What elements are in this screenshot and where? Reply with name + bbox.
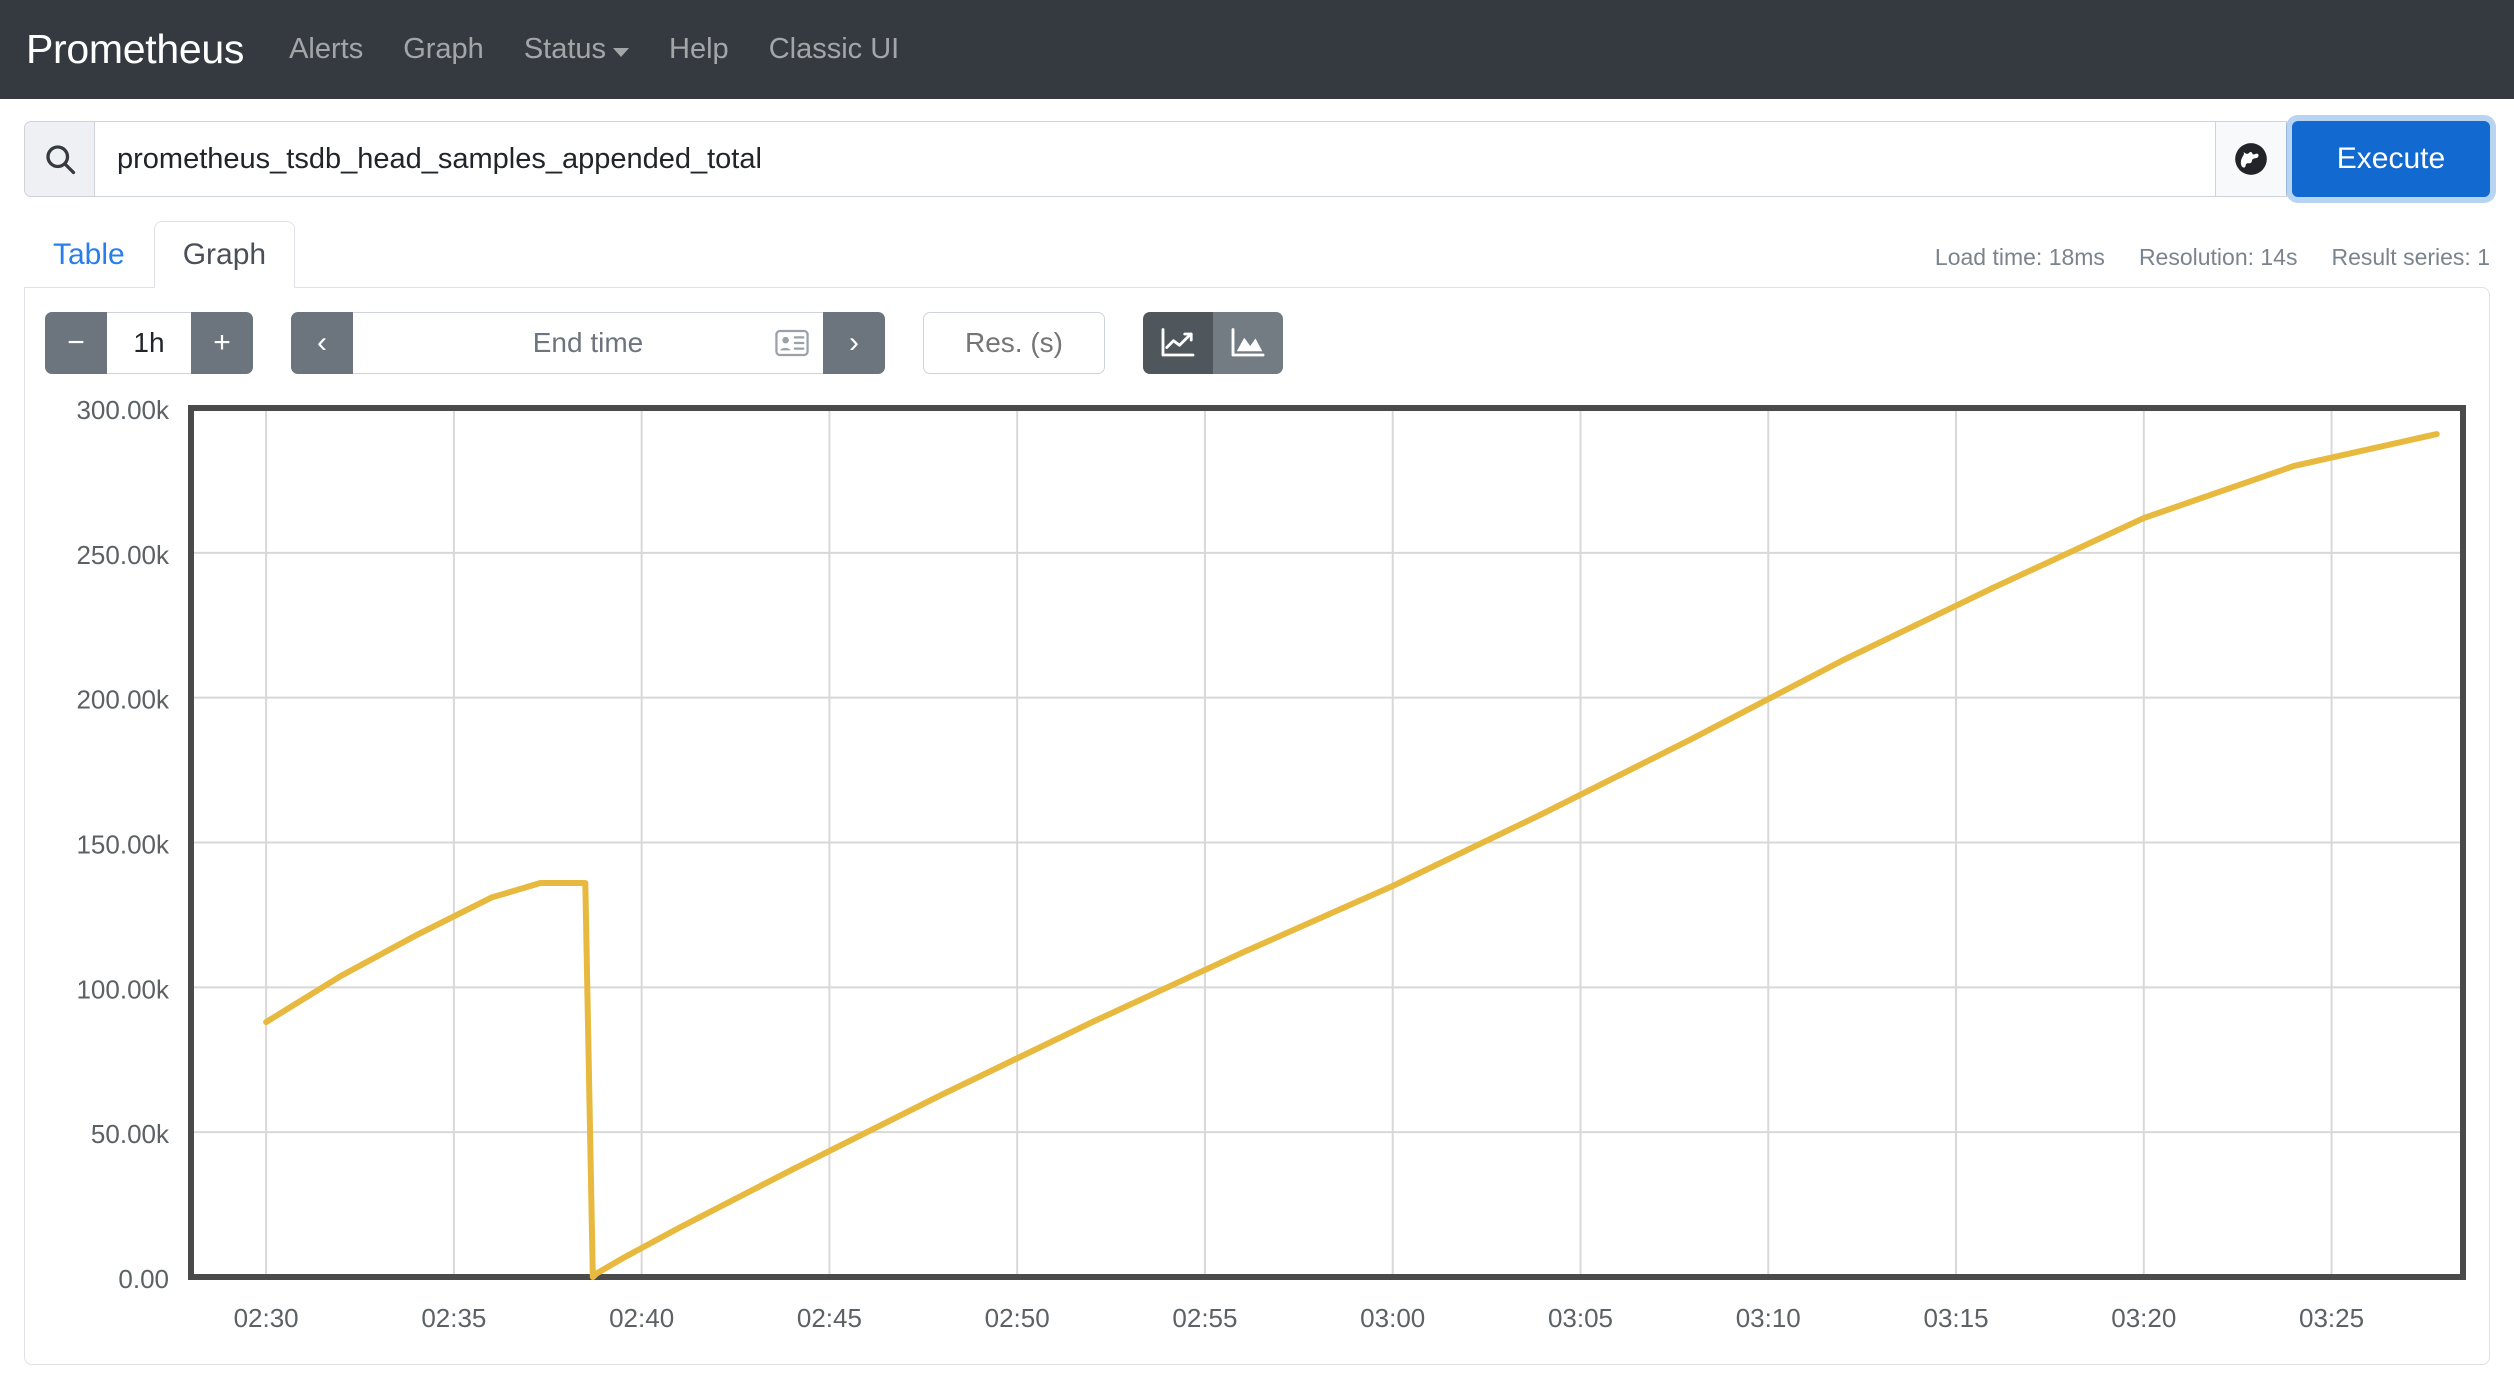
end-time-input[interactable]: End time (353, 312, 823, 374)
svg-text:02:40: 02:40 (609, 1303, 674, 1333)
nav-link-status-label: Status (523, 33, 607, 65)
end-time-group: ‹ End time › (291, 312, 885, 374)
line-chart-icon[interactable] (1143, 312, 1213, 374)
tab-graph[interactable]: Graph (153, 221, 296, 288)
graph-controls: − + ‹ End time › (45, 310, 2469, 376)
execute-button[interactable]: Execute (2292, 121, 2490, 197)
end-time-placeholder: End time (532, 327, 644, 358)
nav-link-alerts[interactable]: Alerts (289, 33, 363, 66)
range-decrease-button[interactable]: − (45, 312, 107, 374)
stat-load-time: Load time: 18ms (1934, 244, 2105, 270)
calendar-icon[interactable] (775, 328, 809, 358)
tabs-row: Table Graph Load time: 18ms Resolution: … (24, 221, 2490, 288)
chart-type-toggle (1143, 312, 1283, 374)
svg-text:03:10: 03:10 (1736, 1303, 1801, 1333)
range-input[interactable] (107, 312, 191, 374)
svg-text:50.00k: 50.00k (91, 1119, 170, 1149)
svg-text:200.00k: 200.00k (76, 685, 170, 715)
nav-links: Alerts Graph Status Help Classic UI (289, 33, 899, 66)
svg-text:03:25: 03:25 (2299, 1303, 2364, 1333)
navbar: Prometheus Alerts Graph Status Help Clas… (0, 0, 2514, 99)
graph-chart[interactable]: 0.00 50.00k 100.00k 150.00k 200.00k 250.00k 30… (45, 400, 2473, 1360)
nav-link-help-label: Help (669, 33, 729, 65)
stat-result-series: Result series: 1 (2331, 244, 2490, 270)
chart-svg: 0.00 50.00k 100.00k 150.00k 200.00k 250.00k 30… (76, 400, 2466, 1333)
svg-text:150.00k: 150.00k (76, 830, 170, 860)
svg-text:03:05: 03:05 (1548, 1303, 1613, 1333)
search-icon (24, 121, 94, 197)
tab-table[interactable]: Table (24, 221, 154, 288)
query-stats: Load time: 18ms Resolution: 14s Result s… (1935, 244, 2490, 287)
svg-text:03:00: 03:00 (1360, 1303, 1425, 1333)
time-next-button[interactable]: › (823, 312, 885, 374)
nav-link-graph[interactable]: Graph (403, 33, 484, 66)
svg-text:02:50: 02:50 (985, 1303, 1050, 1333)
svg-text:02:45: 02:45 (797, 1303, 862, 1333)
nav-link-classic-ui[interactable]: Classic UI (769, 33, 900, 66)
svg-text:0.00: 0.00 (118, 1264, 169, 1294)
time-prev-button[interactable]: ‹ (291, 312, 353, 374)
svg-text:100.00k: 100.00k (76, 974, 170, 1004)
chevron-down-icon (613, 47, 630, 57)
globe-icon[interactable] (2215, 121, 2287, 197)
svg-text:250.00k: 250.00k (76, 540, 170, 570)
nav-link-graph-label: Graph (403, 33, 484, 65)
nav-link-alerts-label: Alerts (289, 33, 364, 65)
resolution-input[interactable] (923, 312, 1105, 374)
nav-link-classic-ui-label: Classic UI (768, 33, 900, 65)
svg-text:300.00k: 300.00k (76, 400, 170, 425)
nav-link-status[interactable]: Status (523, 33, 630, 66)
svg-text:03:20: 03:20 (2111, 1303, 2176, 1333)
stat-resolution: Resolution: 14s (2138, 244, 2298, 270)
area-chart-icon[interactable] (1213, 312, 1283, 374)
query-input[interactable] (94, 121, 2215, 197)
nav-link-help[interactable]: Help (669, 33, 729, 66)
svg-text:03:15: 03:15 (1923, 1303, 1988, 1333)
range-stepper: − + (45, 312, 253, 374)
svg-text:02:55: 02:55 (1172, 1303, 1237, 1333)
brand-logo[interactable]: Prometheus (26, 26, 244, 73)
result-tabs: Table Graph (24, 221, 296, 288)
query-bar: Execute (24, 121, 2490, 197)
svg-text:02:30: 02:30 (234, 1303, 299, 1333)
graph-panel: − + ‹ End time › (24, 287, 2490, 1365)
range-increase-button[interactable]: + (191, 312, 253, 374)
svg-text:02:35: 02:35 (421, 1303, 486, 1333)
